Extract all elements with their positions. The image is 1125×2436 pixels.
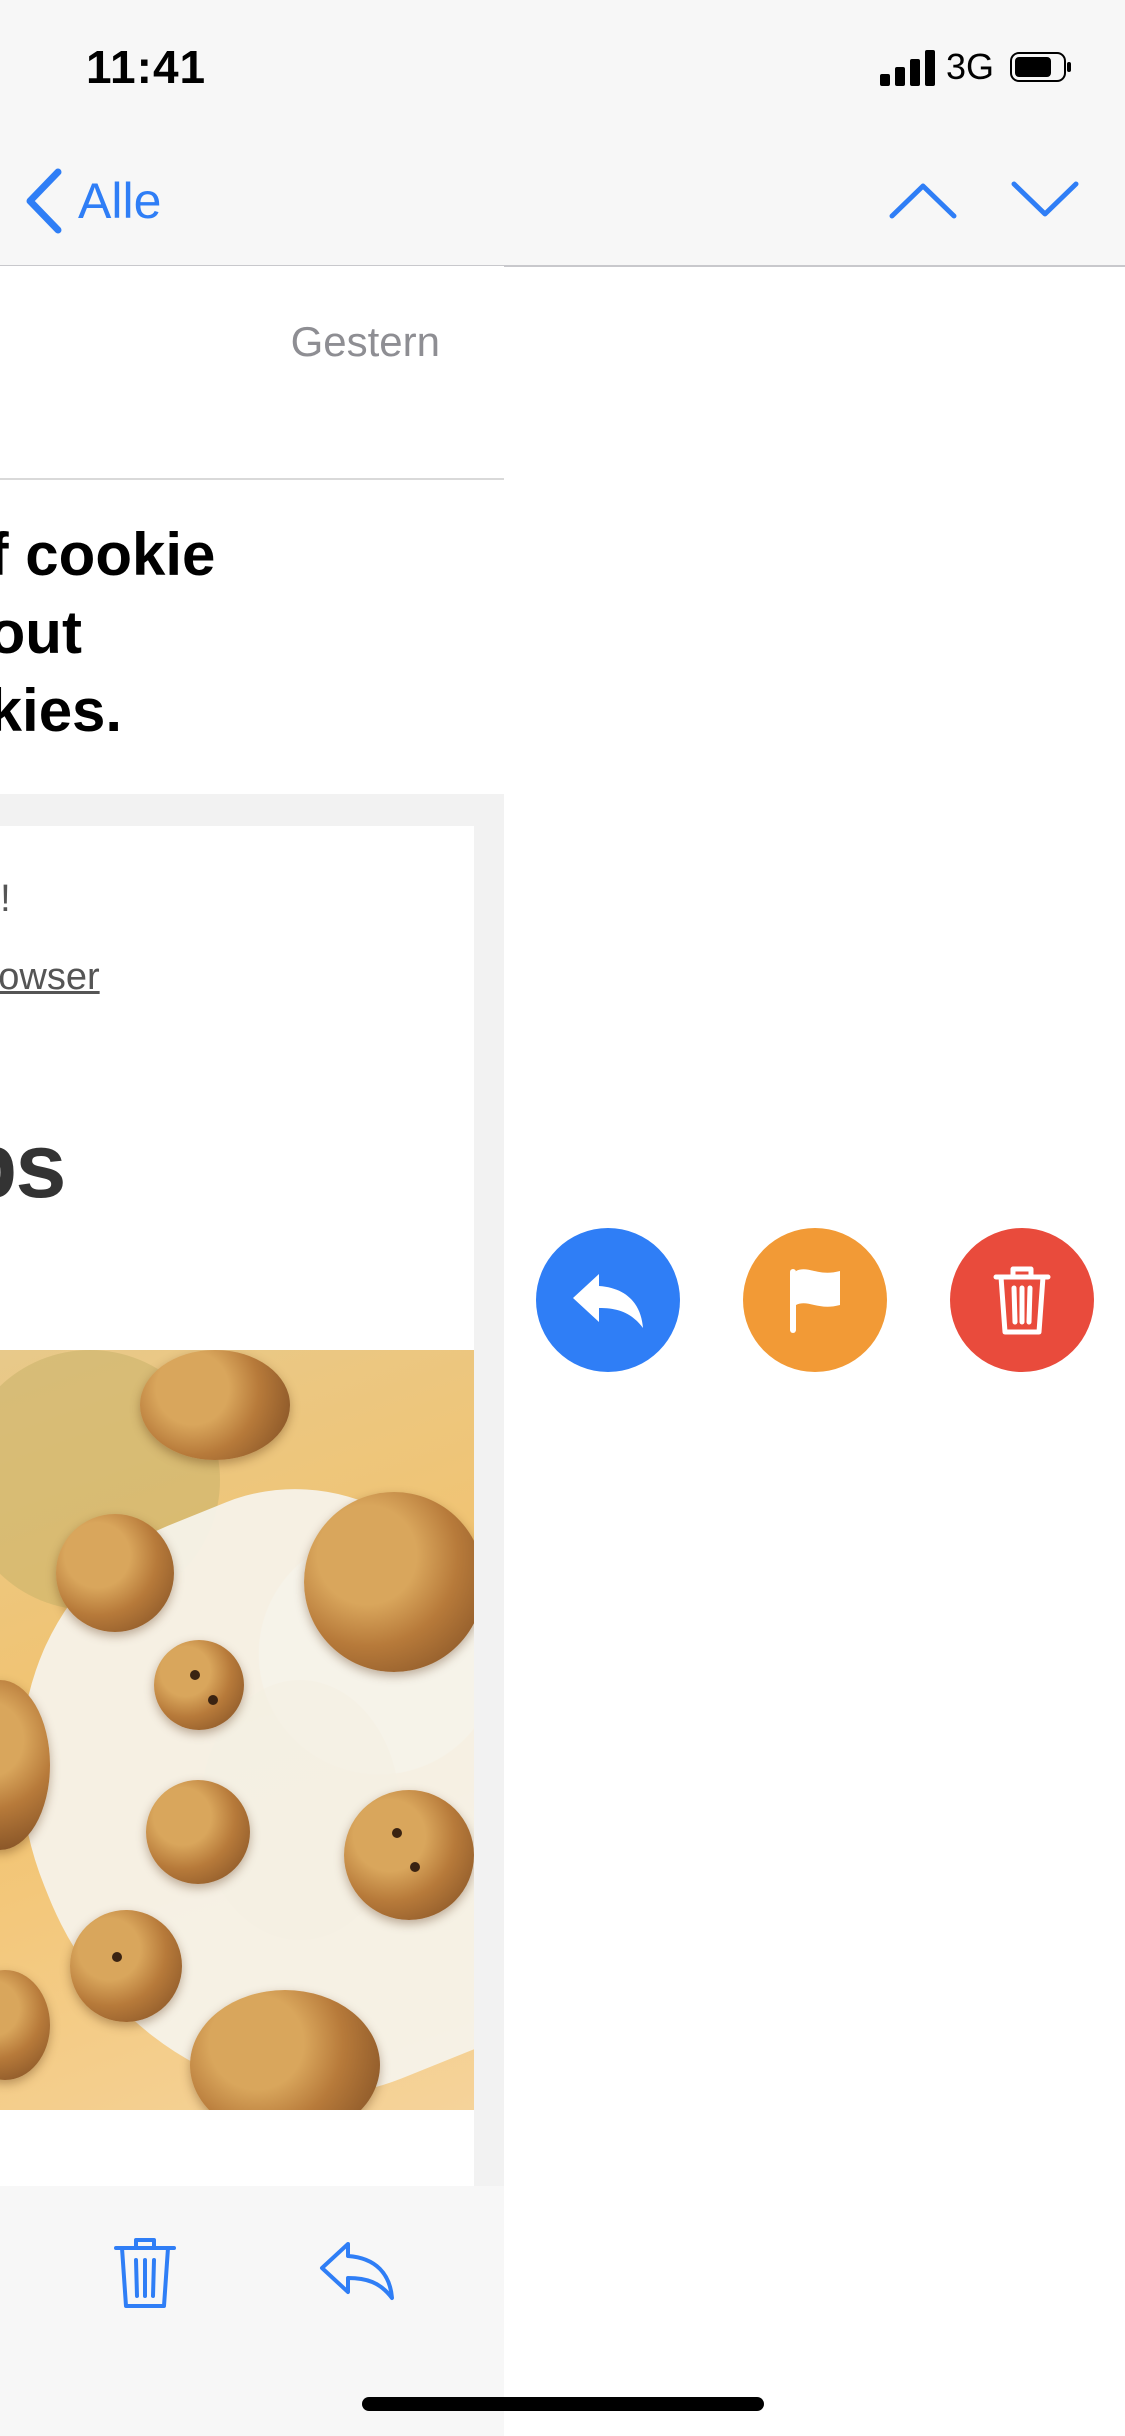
chevron-left-icon [26, 168, 62, 234]
message-panel: Gestern of cookie bout okies. ps! your b… [0, 266, 504, 2186]
message-date: Gestern [290, 318, 440, 365]
home-indicator[interactable] [362, 2397, 764, 2411]
message-subject: of cookie bout okies. [0, 521, 216, 744]
cookie-hero-image [0, 1350, 474, 2110]
view-in-browser-link[interactable]: your browser [0, 956, 100, 999]
chevron-down-icon[interactable] [1010, 170, 1080, 230]
status-time: 11:41 [86, 41, 207, 93]
back-button[interactable]: Alle [24, 166, 161, 236]
flag-icon [790, 1269, 840, 1333]
back-label: Alle [78, 173, 162, 229]
reply-icon[interactable] [318, 2238, 396, 2302]
reply-action-button[interactable] [536, 1228, 680, 1372]
trash-icon [993, 1266, 1051, 1335]
signal-icon [880, 50, 935, 86]
email-body: ps! your browser Steps [0, 826, 474, 2186]
network-type: 3G [946, 46, 995, 87]
flag-action-button[interactable] [743, 1228, 887, 1372]
status-bar: 11:41 3G [0, 0, 1125, 140]
reply-icon [573, 1274, 643, 1328]
preheader-text: ps! [0, 878, 11, 920]
header-divider [0, 478, 504, 480]
trash-action-button[interactable] [950, 1228, 1094, 1372]
navigation-bar: Alle [0, 140, 1125, 267]
trash-icon[interactable] [112, 2234, 178, 2310]
battery-icon [1010, 52, 1071, 82]
chevron-up-icon[interactable] [888, 170, 958, 230]
email-headline: Steps [0, 1115, 67, 1217]
